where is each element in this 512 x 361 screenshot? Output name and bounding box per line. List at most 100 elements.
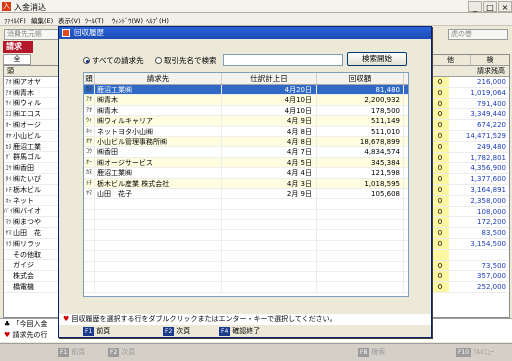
customer-row[interactable]: その他取 <box>4 250 64 261</box>
history-row[interactable]: ﾔﾏ 山田 花子 2月 9日 105,608 <box>84 188 408 200</box>
customer-row[interactable]: ｺｳ ㈱香田 <box>4 163 64 174</box>
customer-row[interactable]: ｳｨ ㈱ウィル <box>4 98 64 110</box>
customer-row[interactable]: ﾄﾁ 栃木ビル <box>4 185 64 196</box>
radio-search-label: 取引先名で検索 <box>164 56 217 65</box>
balance-row[interactable]: 0 3,349,440 <box>431 109 509 121</box>
search-input[interactable] <box>223 54 343 66</box>
history-row[interactable]: ﾈｯ ネットヨタ小山㈱ 4月 8日 511,010 <box>84 126 408 137</box>
customer-kana: ｴｺ <box>5 111 12 119</box>
fkey-search[interactable]: F8 検索 <box>358 346 385 359</box>
balance-row[interactable]: 0 83,500 <box>431 228 509 239</box>
maximize-icon[interactable]: □ <box>483 1 497 12</box>
balance-row[interactable]: 0 108,000 <box>431 206 509 218</box>
customer-row[interactable]: 株式会 <box>4 271 64 282</box>
history-row[interactable]: ｵﾔ 小山ビル管理事務所㈱ 4月 8日 18,678,899 <box>84 136 408 148</box>
minimize-icon[interactable]: _ <box>468 1 482 12</box>
balance-amount: 172,200 <box>477 218 506 227</box>
customer-row[interactable]: ｵﾔ 小山ビル <box>4 131 64 142</box>
customer-name: 小山ビル <box>13 131 41 140</box>
balance-row[interactable]: 0 3,154,500 <box>431 238 509 250</box>
row-date: 4月 3日 <box>222 178 317 188</box>
history-row[interactable]: ｶﾇ 鹿沼工業㈱ 4月 4日 121,598 <box>84 168 408 179</box>
menu-view[interactable]: 表示(V) <box>58 15 81 25</box>
empty-cell <box>317 282 404 292</box>
col-amount[interactable]: 回収額 <box>317 73 404 84</box>
customer-name: ㈱青木 <box>13 88 34 97</box>
balance-row[interactable]: 0 791,400 <box>431 98 509 110</box>
empty-cell <box>84 199 95 209</box>
balance-row[interactable]: 0 2,358,000 <box>431 195 509 207</box>
fkey-next-page[interactable]: F2 次頁 <box>108 346 135 359</box>
menu-edit[interactable]: 編集(E) <box>31 15 53 25</box>
balance-row[interactable]: 0 249,480 <box>431 141 509 153</box>
history-row[interactable]: ｶﾇ 鹿沼工業㈱ 4月20日 81,480 <box>84 85 408 96</box>
balance-row[interactable]: 0 357,000 <box>431 271 509 283</box>
col-posting-date[interactable]: 仕訳計上日 <box>222 73 317 84</box>
balance-amount: 3,164,891 <box>470 185 506 194</box>
customer-row[interactable]: ｱｵ ㈱青木 <box>4 88 64 99</box>
customer-row[interactable]: ｶﾇ 鹿沼工業 <box>4 142 64 153</box>
row-kana: ｺｳ <box>84 147 95 157</box>
balance-flag: 0 <box>431 130 449 141</box>
balance-row[interactable]: 0 4,356,900 <box>431 163 509 175</box>
dialog-key-confirm[interactable]: F4 確認終了 <box>219 326 260 337</box>
radio-search-by-name[interactable]: 取引先名で検索 <box>155 56 217 66</box>
customer-name: ㈱まつや <box>13 218 41 227</box>
col-kana[interactable]: 頭 <box>84 73 95 84</box>
customer-row[interactable]: 橋電機 <box>4 282 64 293</box>
empty-cell <box>95 282 222 292</box>
history-row[interactable]: ｱｵ ㈱青木 4月10日 2,200,932 <box>84 95 408 106</box>
balance-row[interactable]: 0 172,200 <box>431 217 509 229</box>
row-kana: ｶﾇ <box>84 85 95 95</box>
balance-row[interactable]: 0 216,000 <box>431 77 509 88</box>
menu-file[interactable]: ﾌｧｲﾙ(F) <box>4 15 26 25</box>
fkey-prev-page[interactable]: F1 前頁 <box>58 346 85 359</box>
customer-row[interactable]: ｴｺ ㈱エコス <box>4 109 64 120</box>
next-customer-field[interactable]: 虎の巻 <box>448 29 508 40</box>
close-icon[interactable]: × <box>498 1 512 12</box>
key-label: 前頁 <box>96 327 111 335</box>
history-row[interactable]: ｳｨ ㈱ウィルキャリア 4月 9日 511,149 <box>84 116 408 127</box>
balance-list: 他 検 請求残高 0 216,000 0 1,019,064 0 791,400 0 3,34… <box>430 54 510 318</box>
menu-window[interactable]: ｳｨﾝﾄﾞｳ(W) <box>112 15 143 25</box>
customer-row[interactable]: ﾘﾗ ㈱リラッ <box>4 239 64 250</box>
balance-row[interactable]: 0 252,000 <box>431 282 509 293</box>
tab-all[interactable]: 全 <box>3 54 31 65</box>
customer-row[interactable]: ﾔﾏ 山田 花 <box>4 228 64 239</box>
balance-row[interactable]: 0 3,164,891 <box>431 184 509 196</box>
empty-cell <box>222 272 317 282</box>
prev-customer-field[interactable]: 消費先元帳 <box>4 29 64 40</box>
dialog-key-next[interactable]: F2 次頁 <box>163 326 190 337</box>
balance-row[interactable]: 0 674,220 <box>431 120 509 131</box>
history-row[interactable]: ｱｵ ㈱青木 4月10日 178,500 <box>84 105 408 117</box>
balance-row[interactable]: 0 14,471,529 <box>431 130 509 142</box>
customer-row[interactable]: ﾀｲ ㈱たいぴ <box>4 174 64 185</box>
menu-tools[interactable]: ﾂｰﾙ(T) <box>85 15 104 25</box>
balance-row[interactable]: 0 1,377,600 <box>431 174 509 185</box>
customer-row[interactable]: ｱｵ ㈱アオヤ <box>4 77 64 88</box>
radio-all-customers[interactable]: すべての請求先 <box>83 56 144 66</box>
menu-help[interactable]: ﾍﾙﾌﾟ(H) <box>146 15 169 25</box>
customer-row[interactable]: ガイジ <box>4 260 64 272</box>
empty-cell <box>84 220 95 230</box>
customer-row[interactable]: ﾊﾞｲ㈱バイオ <box>4 206 64 218</box>
customer-row[interactable]: ﾈｯ ネット <box>4 196 64 207</box>
history-row[interactable]: ｺｳ ㈱香田 4月 7日 4,834,574 <box>84 147 408 158</box>
customer-row[interactable]: ｸﾞ 群馬ゴル <box>4 152 64 164</box>
col-customer[interactable]: 請求先 <box>95 73 222 84</box>
balance-row[interactable]: 0 1,019,064 <box>431 87 509 99</box>
customer-row[interactable]: ﾏﾂ ㈱まつや <box>4 217 64 228</box>
history-row[interactable]: ﾄﾁ 栃木ビル産業 株式会社 4月 3日 1,018,595 <box>84 178 408 189</box>
customer-list-header: 頭 <box>4 66 64 77</box>
balance-row[interactable]: 0 73,500 <box>431 260 509 272</box>
balance-row[interactable]: 0 1,782,801 <box>431 152 509 164</box>
dialog-key-prev[interactable]: F1 前頁 <box>83 326 110 337</box>
fkey-full-menu[interactable]: F10 ﾌﾙﾒﾆｭｰ <box>456 346 494 359</box>
balance-row[interactable] <box>431 249 509 261</box>
empty-cell <box>317 220 404 230</box>
row-amount: 2,200,932 <box>317 95 404 105</box>
customer-name: ㈱リラッ <box>13 239 41 248</box>
history-row[interactable]: ｵｰ ㈱オージサービス 4月 5日 345,384 <box>84 157 408 169</box>
search-start-button[interactable]: 検索開始 <box>347 52 407 66</box>
customer-row[interactable]: ｵｰ ㈱オージ <box>4 120 64 131</box>
